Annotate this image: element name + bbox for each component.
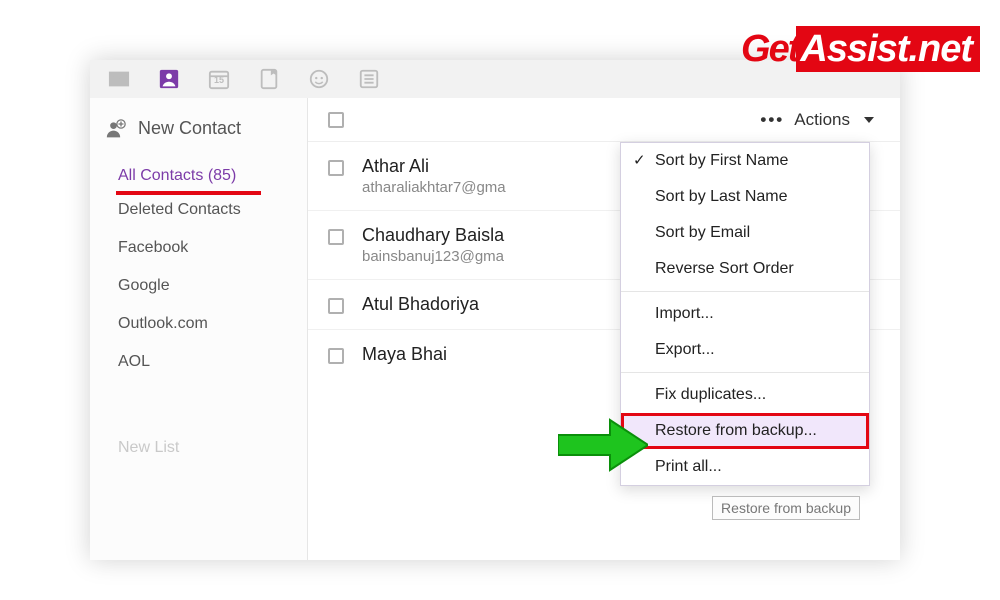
menu-sort-last-name[interactable]: Sort by Last Name [621,179,869,215]
actions-menu-trigger[interactable]: ••• Actions [754,106,880,134]
contact-email: atharaliakhtar7@gma [362,179,506,196]
menu-import[interactable]: Import... [621,296,869,332]
row-checkbox[interactable] [328,348,344,364]
highlight-underline [116,191,261,195]
menu-sort-email[interactable]: Sort by Email [621,215,869,251]
menu-separator [621,372,869,373]
sidebar-item-all-contacts[interactable]: All Contacts (85) [90,153,307,191]
new-contact-label: New Contact [138,118,241,139]
calendar-icon[interactable]: 15 [208,68,230,90]
tooltip: Restore from backup [712,496,860,520]
chevron-down-icon [860,110,874,130]
mail-icon[interactable] [108,68,130,90]
contacts-icon[interactable] [158,68,180,90]
menu-print-all[interactable]: Print all... [621,449,869,485]
row-checkbox[interactable] [328,160,344,176]
select-all-checkbox[interactable] [328,112,344,128]
watermark-left: Get [741,30,798,68]
callout-arrow-icon [558,418,648,477]
contact-name: Athar Ali [362,156,506,177]
list-icon[interactable] [358,68,380,90]
sidebar-item-aol[interactable]: AOL [90,343,307,381]
row-checkbox[interactable] [328,229,344,245]
app-window: 15 New Contact All Contacts (85) Deleted… [90,60,900,560]
actions-dropdown: Sort by First Name Sort by Last Name Sor… [620,142,870,486]
sidebar-item-deleted[interactable]: Deleted Contacts [90,191,307,229]
list-header: ••• Actions [308,98,900,142]
contact-email: bainsbanuj123@gma [362,248,504,265]
watermark-right: Assist.net [796,26,980,72]
new-list-button[interactable]: New List [90,421,307,475]
menu-separator [621,291,869,292]
calendar-day: 15 [208,75,230,85]
messenger-icon[interactable] [308,68,330,90]
menu-restore-backup[interactable]: Restore from backup... [621,413,869,449]
menu-reverse-sort[interactable]: Reverse Sort Order [621,251,869,287]
row-checkbox[interactable] [328,298,344,314]
contact-name: Atul Bhadoriya [362,294,479,315]
sidebar-item-google[interactable]: Google [90,267,307,305]
sidebar-item-outlook[interactable]: Outlook.com [90,305,307,343]
sidebar-item-facebook[interactable]: Facebook [90,229,307,267]
contact-name: Maya Bhai [362,344,447,365]
contact-name: Chaudhary Baisla [362,225,504,246]
watermark-logo: Get Assist.net [741,26,980,72]
menu-export[interactable]: Export... [621,332,869,368]
content-pane: ••• Actions Athar Ali atharaliakhtar7@gm… [308,98,900,560]
notes-icon[interactable] [258,68,280,90]
menu-sort-first-name[interactable]: Sort by First Name [621,143,869,179]
new-contact-button[interactable]: New Contact [90,104,307,153]
dots-icon: ••• [760,110,784,130]
sidebar: New Contact All Contacts (85) Deleted Co… [90,98,308,560]
actions-label: Actions [794,110,850,130]
menu-fix-duplicates[interactable]: Fix duplicates... [621,377,869,413]
